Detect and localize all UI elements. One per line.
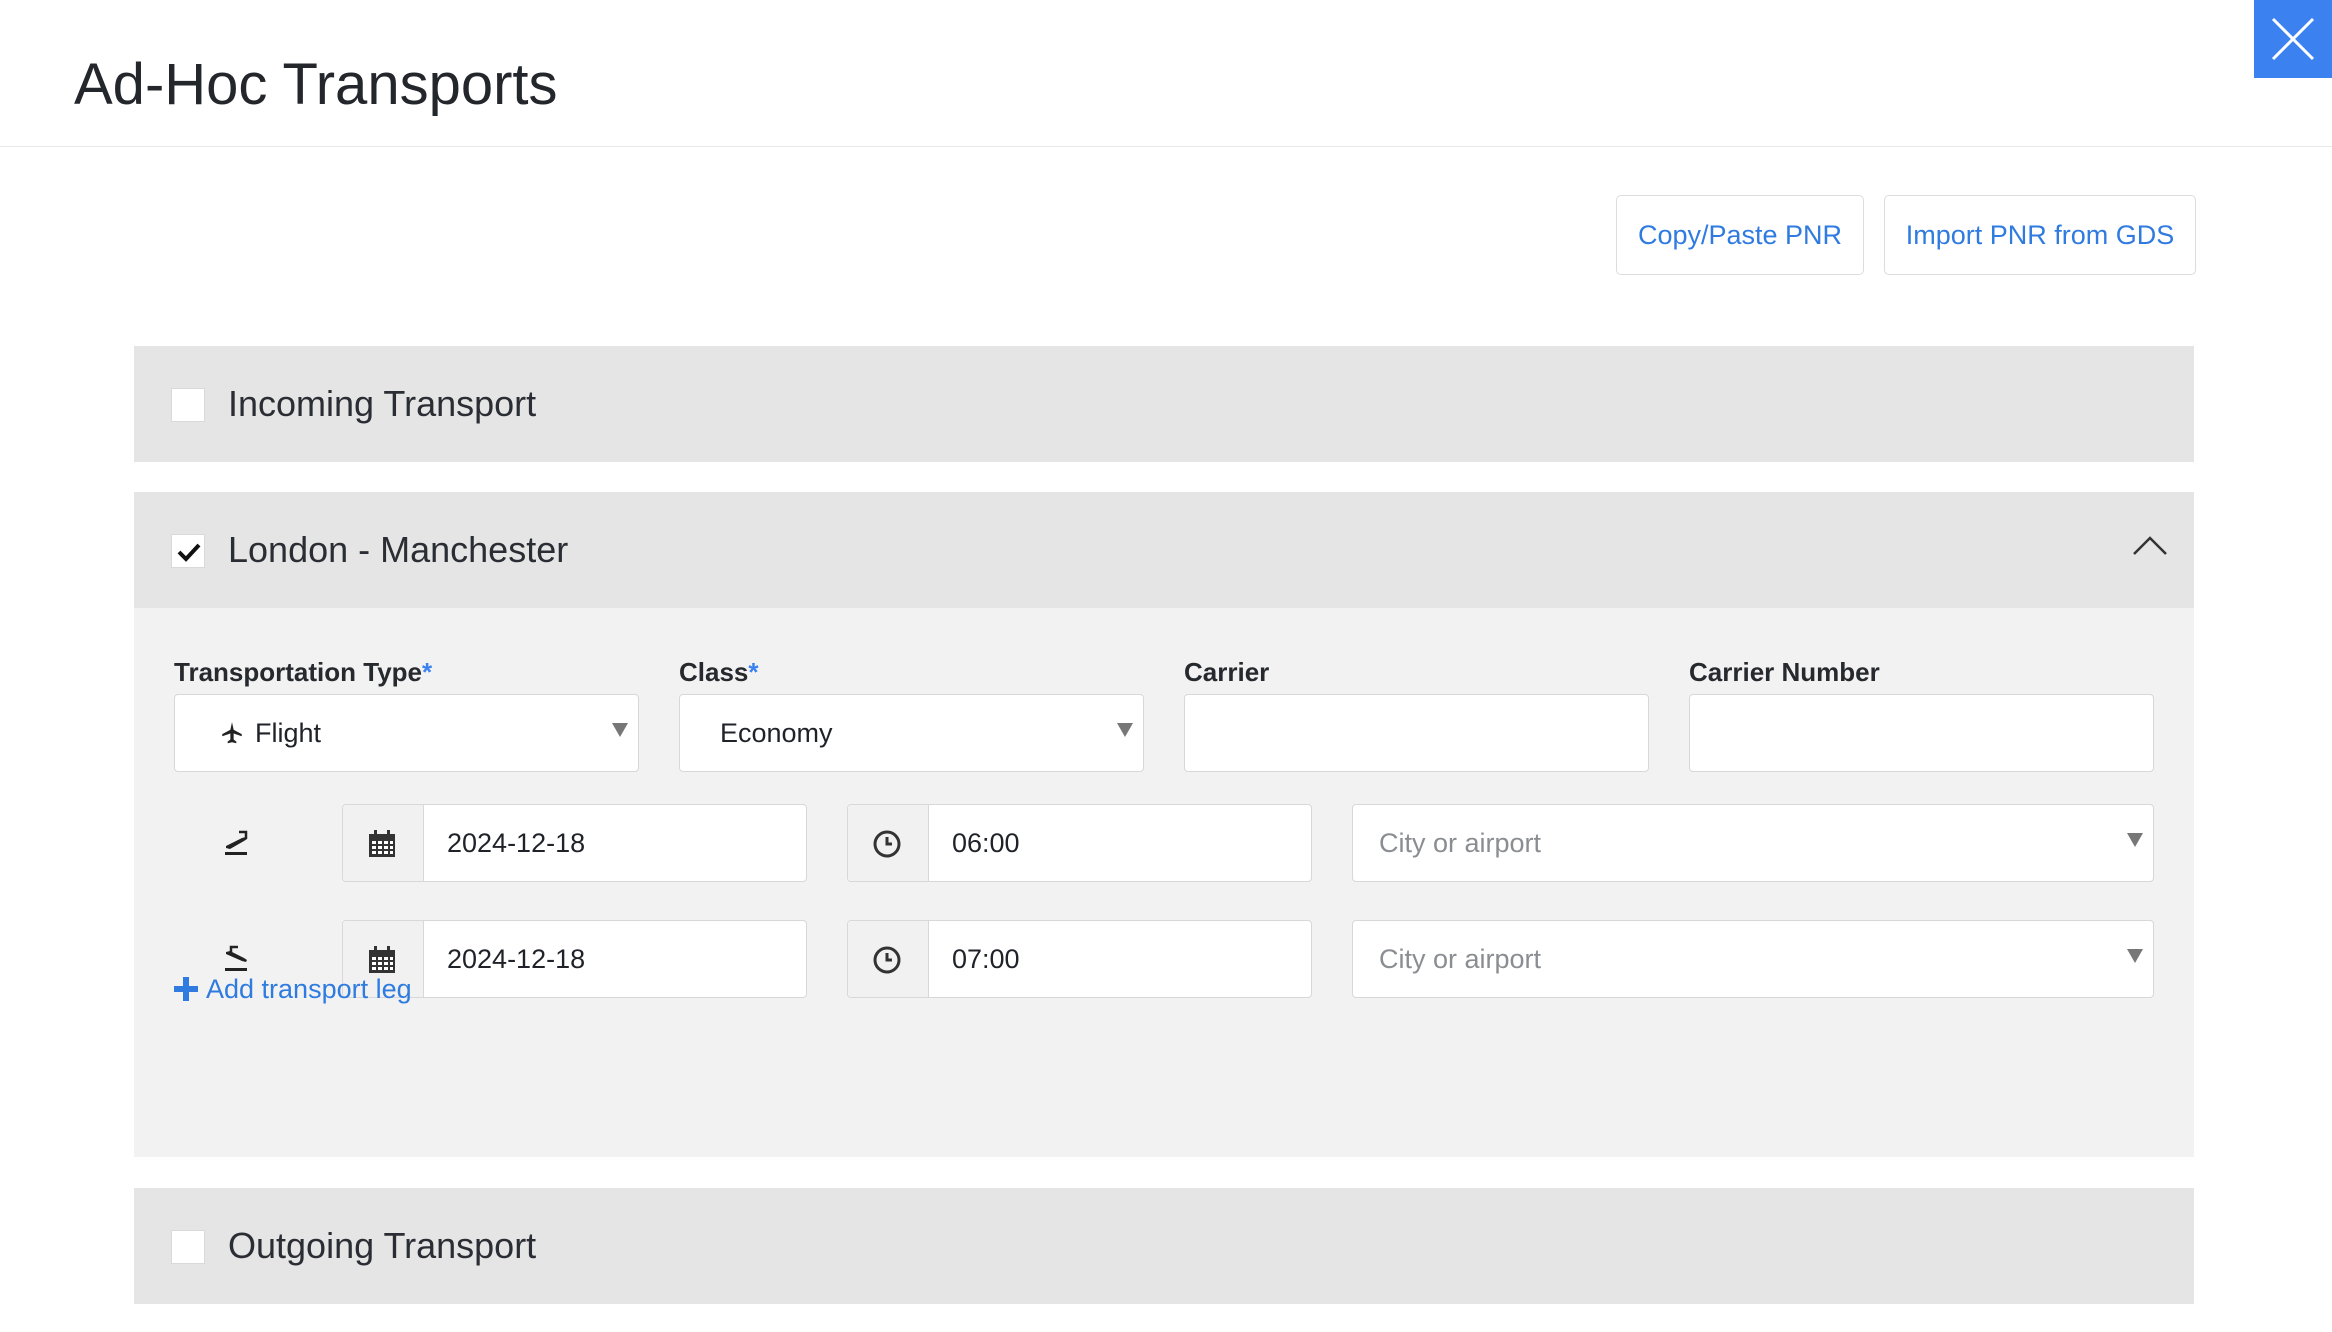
chevron-up-icon[interactable] bbox=[2132, 534, 2168, 556]
transportation-type-value: Flight bbox=[255, 718, 322, 748]
departure-time-value: 06:00 bbox=[952, 828, 1020, 858]
arrival-location-select[interactable]: City or airport bbox=[1352, 920, 2154, 998]
add-transport-leg-link[interactable]: Add transport leg bbox=[174, 972, 434, 1006]
departure-location-select[interactable]: City or airport bbox=[1352, 804, 2154, 882]
calendar-icon bbox=[369, 830, 395, 857]
clock-icon bbox=[873, 830, 901, 858]
close-button[interactable] bbox=[2254, 0, 2332, 78]
close-icon bbox=[2271, 17, 2315, 61]
transportation-type-select[interactable]: Flight bbox=[174, 694, 639, 772]
segment-checkbox[interactable] bbox=[171, 534, 205, 568]
copy-paste-pnr-button[interactable]: Copy/Paste PNR bbox=[1616, 195, 1864, 275]
carrier-label: Carrier bbox=[1184, 657, 1270, 687]
arrival-location-placeholder: City or airport bbox=[1379, 944, 1542, 974]
page-title: Ad-Hoc Transports bbox=[74, 52, 558, 117]
dropdown-arrow-icon bbox=[612, 723, 628, 737]
incoming-transport-title: Incoming Transport bbox=[228, 383, 537, 424]
clock-icon bbox=[873, 946, 901, 974]
import-pnr-gds-button[interactable]: Import PNR from GDS bbox=[1884, 195, 2196, 275]
segment-header[interactable]: London - Manchester bbox=[134, 492, 2194, 608]
outgoing-transport-header[interactable]: Outgoing Transport bbox=[134, 1188, 2194, 1304]
departure-date-addon[interactable] bbox=[343, 805, 424, 881]
outgoing-transport-title: Outgoing Transport bbox=[228, 1225, 537, 1266]
arrival-time-value: 07:00 bbox=[952, 944, 1020, 974]
transportation-type-label: Transportation Type* bbox=[174, 657, 433, 687]
arrival-time-input[interactable]: 07:00 bbox=[847, 920, 1312, 998]
checkmark-icon bbox=[177, 543, 201, 562]
plane-icon bbox=[222, 722, 242, 744]
calendar-icon bbox=[369, 946, 395, 973]
plane-departure-icon bbox=[225, 830, 248, 855]
outgoing-transport-panel: Outgoing Transport bbox=[134, 1188, 2194, 1304]
carrier-number-label: Carrier Number bbox=[1689, 657, 1880, 687]
class-select[interactable]: Economy bbox=[679, 694, 1144, 772]
departure-time-input[interactable]: 06:00 bbox=[847, 804, 1312, 882]
add-transport-leg-label: Add transport leg bbox=[206, 974, 412, 1004]
departure-location-placeholder: City or airport bbox=[1379, 828, 1542, 858]
class-value: Economy bbox=[720, 718, 833, 748]
page-header: Ad-Hoc Transports bbox=[0, 0, 2332, 147]
segment-panel: London - Manchester Transportation Type*… bbox=[134, 492, 2194, 1157]
departure-date-value: 2024-12-18 bbox=[447, 828, 586, 858]
dropdown-arrow-icon bbox=[1117, 723, 1133, 737]
carrier-number-input[interactable] bbox=[1689, 694, 2154, 772]
incoming-transport-header[interactable]: Incoming Transport bbox=[134, 346, 2194, 462]
outgoing-transport-checkbox[interactable] bbox=[171, 1230, 205, 1264]
class-label: Class* bbox=[679, 657, 759, 687]
dropdown-arrow-icon bbox=[2127, 833, 2143, 847]
incoming-transport-panel: Incoming Transport bbox=[134, 346, 2194, 462]
incoming-transport-checkbox[interactable] bbox=[171, 388, 205, 422]
segment-title: London - Manchester bbox=[228, 529, 569, 570]
plane-arrival-icon bbox=[225, 945, 247, 971]
dropdown-arrow-icon bbox=[2127, 949, 2143, 963]
departure-date-input[interactable]: 2024-12-18 bbox=[342, 804, 807, 882]
carrier-input[interactable] bbox=[1184, 694, 1649, 772]
departure-time-addon[interactable] bbox=[848, 805, 929, 881]
plus-icon bbox=[174, 977, 198, 1001]
arrival-time-addon[interactable] bbox=[848, 921, 929, 997]
arrival-date-value: 2024-12-18 bbox=[447, 944, 586, 974]
